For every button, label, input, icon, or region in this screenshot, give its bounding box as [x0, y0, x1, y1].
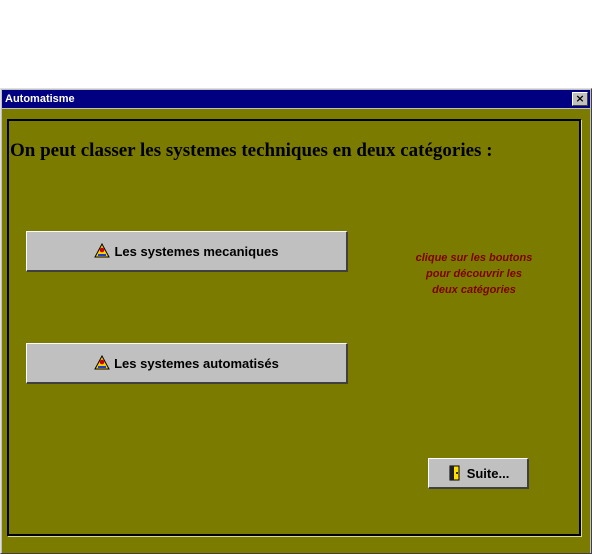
mechanical-systems-label: Les systemes mecaniques [114, 243, 279, 259]
app-window: Automatisme × On peut classer les system… [0, 88, 592, 554]
title-bar[interactable]: Automatisme × [2, 90, 590, 108]
automated-systems-button[interactable]: Les systemes automatisés [26, 343, 348, 384]
hint-line: pour découvrir les [426, 268, 522, 280]
close-icon[interactable]: × [572, 92, 588, 106]
info-icon [94, 355, 110, 370]
automated-systems-label: Les systemes automatisés [114, 355, 279, 371]
window-title: Automatisme [5, 93, 75, 105]
hint-line: clique sur les boutons [415, 252, 533, 264]
next-button-label: Suite... [466, 465, 510, 481]
hint-line: deux catégories [432, 284, 516, 296]
next-button[interactable]: Suite... [428, 458, 529, 489]
door-icon [449, 465, 460, 481]
client-area: On peut classer les systemes techniques … [2, 109, 590, 553]
mechanical-systems-button[interactable]: Les systemes mecaniques [26, 231, 348, 272]
page-heading: On peut classer les systemes techniques … [10, 140, 493, 161]
hint-text: clique sur les boutons pour découvrir le… [394, 250, 554, 298]
info-icon [94, 243, 111, 258]
